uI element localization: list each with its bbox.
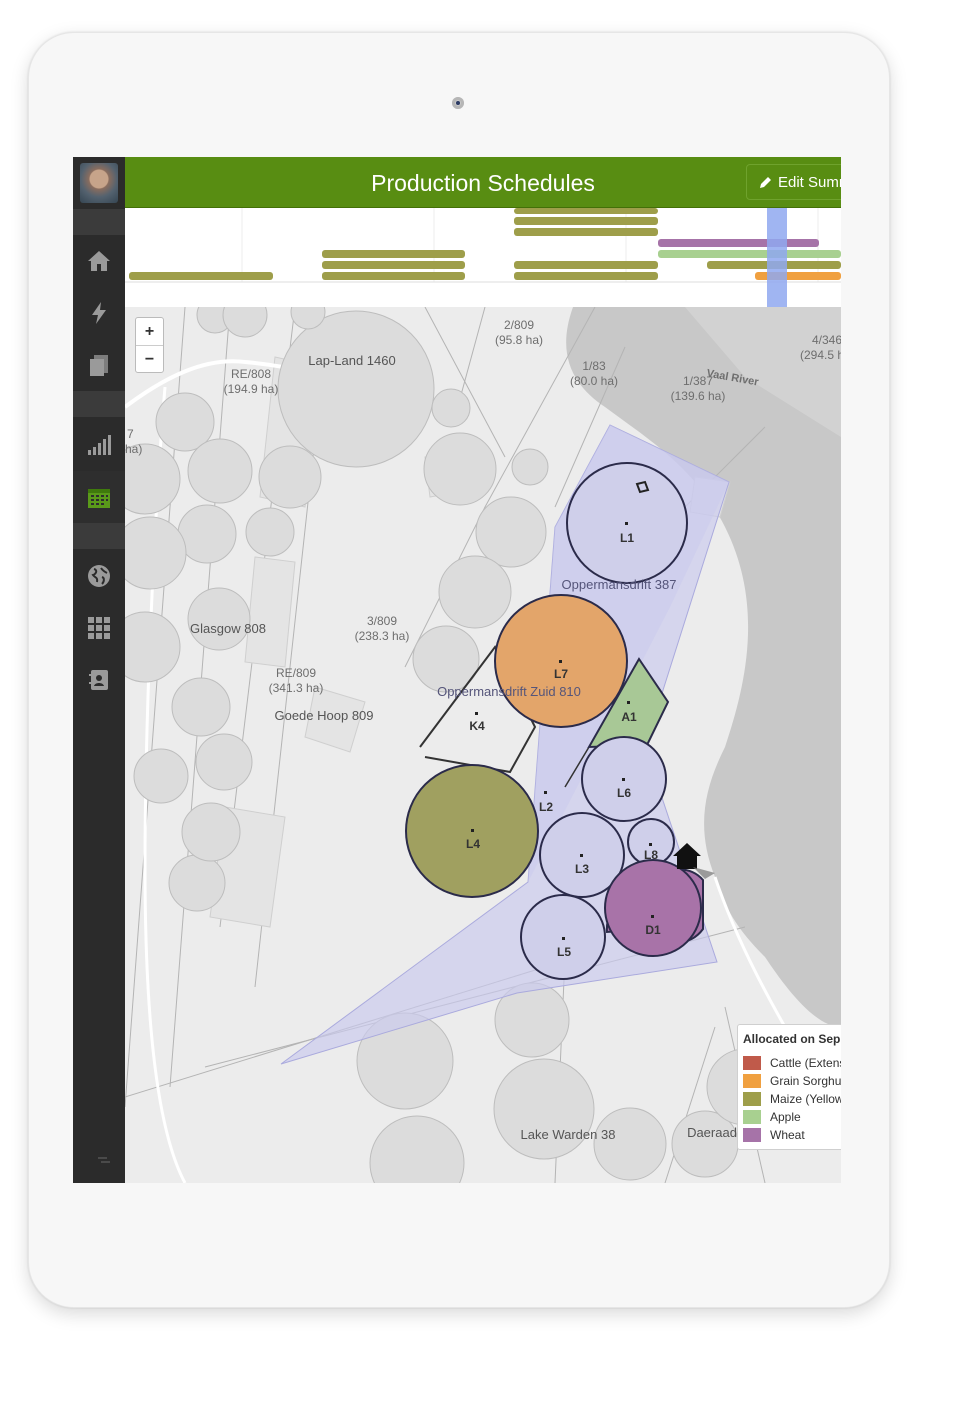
zoom-control: + − [135, 317, 164, 373]
sidebar-item-activity[interactable] [73, 287, 125, 339]
legend-title: Allocated on Sep [743, 1032, 841, 1046]
legend-label: Cattle (Extens [770, 1056, 841, 1070]
legend-item: Cattle (Extens [743, 1056, 841, 1070]
parcel-area: (194.9 ha) [224, 382, 279, 396]
sidebar-item-reports[interactable] [73, 419, 125, 471]
lightning-icon [92, 302, 106, 324]
calendar-icon [88, 489, 110, 508]
parcel-label: 7 [127, 427, 134, 441]
parcel-area: (80.0 ha) [570, 374, 618, 388]
timeline-bar-apple [658, 250, 841, 258]
parcel-label: Lap-Land 1460 [308, 353, 395, 368]
legend-label: Maize (Yellow) [770, 1092, 841, 1106]
schedule-timeline[interactable] [125, 208, 841, 308]
field-label: L4 [466, 837, 480, 851]
legend-item: Apple [743, 1110, 801, 1124]
legend-label: Wheat [770, 1128, 805, 1142]
field-label: L2 [539, 800, 553, 814]
parcel-label: Lake Warden 38 [521, 1127, 616, 1142]
sidebar-item-documents[interactable] [73, 339, 125, 391]
parcel-area: (95.8 ha) [495, 333, 543, 347]
camera [452, 97, 464, 109]
parcel-label: Daeraad [687, 1125, 737, 1140]
parcel-area: (294.5 h [800, 348, 841, 362]
sidebar-item-schedules[interactable] [73, 471, 125, 523]
timeline-bar [514, 272, 658, 280]
field-label: L7 [554, 667, 568, 681]
farm-map[interactable]: Lap-Land 1460 RE/808 (194.9 ha) 2/809 (9… [125, 307, 841, 1183]
sidebar [73, 157, 125, 1183]
timeline-bar [322, 261, 465, 269]
field-label: L1 [620, 531, 634, 545]
parcel-area: (139.6 ha) [671, 389, 726, 403]
parcel-label: RE/808 [231, 367, 271, 381]
parcel-label: 1/83 [582, 359, 606, 373]
legend-swatch [743, 1092, 761, 1106]
field-label: K4 [469, 719, 485, 733]
pencil-icon [760, 176, 771, 188]
current-date-marker [767, 208, 787, 307]
parcel-label: Goede Hoop 809 [274, 708, 373, 723]
field-label: L6 [617, 786, 631, 800]
sidebar-item-apps[interactable] [73, 602, 125, 654]
zoom-in-button[interactable]: + [136, 318, 163, 345]
parcel-label: 3/809 [367, 614, 397, 628]
zoom-out-button[interactable]: − [136, 345, 163, 373]
parcel-label: Glasgow 808 [190, 621, 266, 636]
sidebar-item-map[interactable] [73, 550, 125, 602]
sidebar-separator [73, 209, 125, 235]
bar-chart-icon [88, 435, 111, 455]
timeline-bar [514, 261, 658, 269]
edit-summary-button[interactable]: Edit Summ [746, 164, 841, 200]
top-bar: Production Schedules Edit Summ [125, 157, 841, 208]
documents-icon [90, 355, 108, 376]
parcel-label: RE/809 [276, 666, 316, 680]
timeline-bar [514, 228, 658, 236]
legend-swatch [743, 1074, 761, 1088]
contacts-icon [89, 670, 108, 690]
field-d1-pivot [604, 859, 702, 957]
sidebar-separator [73, 523, 125, 549]
parcel-area: ha) [125, 442, 142, 456]
allocation-legend: Allocated on Sep Cattle (Extens Grain So… [737, 1024, 841, 1150]
timeline-bar [322, 272, 465, 280]
legend-swatch [743, 1110, 761, 1124]
timeline-bar-wheat [658, 239, 819, 247]
farm-label: Oppermansdrift 387 [562, 577, 677, 592]
parcel-label: 2/809 [504, 318, 534, 332]
timeline-bar [514, 217, 658, 225]
grid-icon [88, 617, 110, 639]
field-label: D1 [645, 923, 661, 937]
field-label: L5 [557, 945, 571, 959]
map-canvas: Lap-Land 1460 RE/808 (194.9 ha) 2/809 (9… [125, 307, 841, 1183]
parcel-area: (238.3 ha) [355, 629, 410, 643]
legend-item: Maize (Yellow) [743, 1092, 841, 1106]
field-label: L3 [575, 862, 589, 876]
edit-summary-label: Edit Summ [778, 173, 841, 191]
sidebar-item-home[interactable] [73, 235, 125, 287]
sidebar-separator [73, 391, 125, 417]
timeline-bar [129, 272, 273, 280]
legend-swatch [743, 1056, 761, 1070]
legend-label: Grain Sorghur [770, 1074, 841, 1088]
field-label: A1 [621, 710, 637, 724]
sidebar-item-contacts[interactable] [73, 654, 125, 706]
legend-label: Apple [770, 1110, 801, 1124]
legend-item: Grain Sorghur [743, 1074, 841, 1088]
parcel-label: 4/346 [812, 333, 841, 347]
timeline-bar [514, 208, 658, 214]
farm-label: Oppermansdrift Zuid 810 [437, 684, 581, 699]
legend-swatch [743, 1128, 761, 1142]
parcel-area: (341.3 ha) [269, 681, 324, 695]
home-icon [88, 251, 110, 271]
globe-icon [88, 565, 110, 587]
app-screen: Production Schedules Edit Summ [73, 157, 841, 1183]
avatar[interactable] [80, 163, 118, 203]
timeline-bars [125, 208, 841, 307]
legend-item: Wheat [743, 1128, 805, 1142]
timeline-bar [322, 250, 465, 258]
collapse-icon[interactable] [97, 1155, 111, 1165]
page-title: Production Schedules [371, 170, 595, 196]
field-label: L8 [644, 848, 658, 862]
